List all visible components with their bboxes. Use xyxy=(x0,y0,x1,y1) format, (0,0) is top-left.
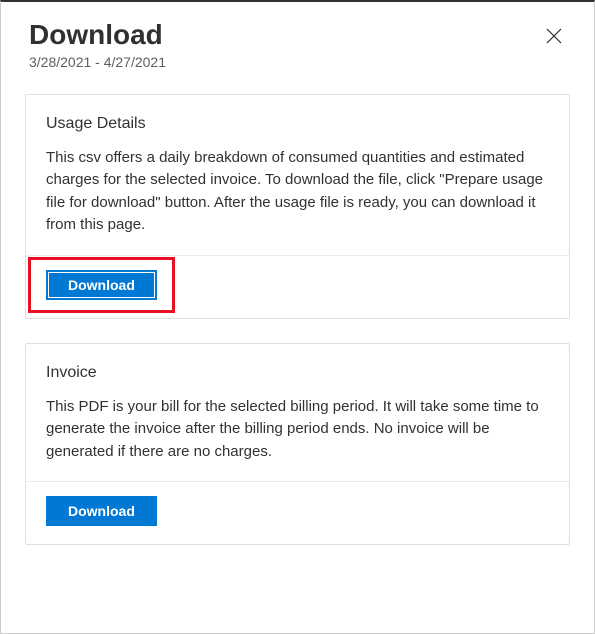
close-icon xyxy=(546,32,562,47)
panel-header: Download 3/28/2021 - 4/27/2021 xyxy=(1,2,594,84)
usage-card-description: This csv offers a daily breakdown of con… xyxy=(46,147,549,237)
highlight-wrapper: Download xyxy=(46,270,157,300)
close-button[interactable] xyxy=(542,24,566,51)
invoice-card-footer: Download xyxy=(26,481,569,544)
page-title: Download xyxy=(29,18,166,52)
panel-content: Usage Details This csv offers a daily br… xyxy=(1,84,594,546)
invoice-card-body: Invoice This PDF is your bill for the se… xyxy=(26,344,569,482)
usage-download-button[interactable]: Download xyxy=(46,270,157,300)
invoice-card-description: This PDF is your bill for the selected b… xyxy=(46,396,549,464)
date-range: 3/28/2021 - 4/27/2021 xyxy=(29,54,166,70)
download-panel: Download 3/28/2021 - 4/27/2021 Usage Det… xyxy=(0,0,595,634)
usage-card-title: Usage Details xyxy=(46,115,549,133)
usage-card-body: Usage Details This csv offers a daily br… xyxy=(26,95,569,255)
invoice-card-title: Invoice xyxy=(46,364,549,382)
usage-card-footer: Download xyxy=(26,255,569,318)
usage-details-card: Usage Details This csv offers a daily br… xyxy=(25,94,570,319)
invoice-card: Invoice This PDF is your bill for the se… xyxy=(25,343,570,546)
header-text-block: Download 3/28/2021 - 4/27/2021 xyxy=(29,18,166,70)
invoice-download-button[interactable]: Download xyxy=(46,496,157,526)
